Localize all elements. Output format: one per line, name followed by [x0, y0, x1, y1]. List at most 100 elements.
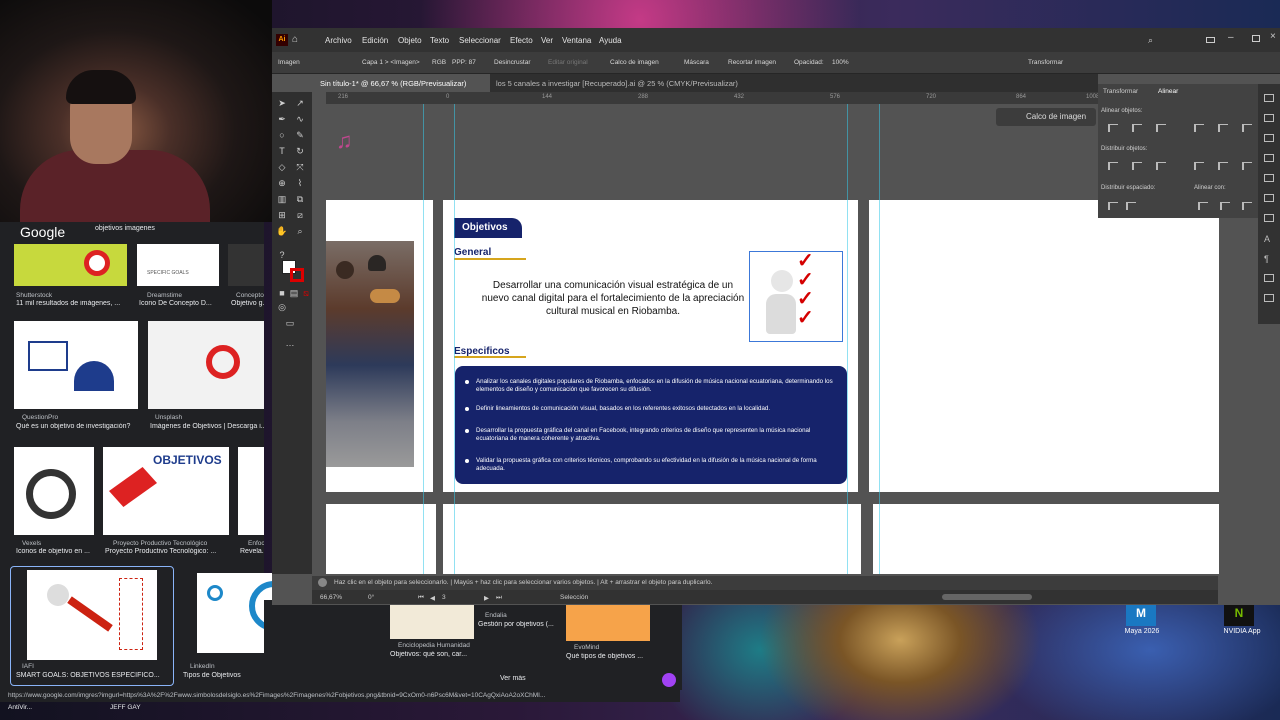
horizontal-scrollbar[interactable]	[942, 594, 1032, 600]
selected-image-bounds[interactable]	[749, 251, 843, 342]
menu-ver[interactable]: Ver	[541, 36, 553, 45]
result-title[interactable]: Objetivos: qué son, car...	[390, 651, 488, 658]
artboard-tool-icon[interactable]: ⊞	[276, 210, 288, 220]
result-thumb-7[interactable]: OBJETIVOS	[103, 447, 229, 535]
home-icon[interactable]: ⌂	[292, 34, 304, 45]
eraser-tool-icon[interactable]: ◇	[276, 162, 288, 172]
desktop-icon-label[interactable]: NVIDIA App	[1212, 628, 1272, 635]
direct-selection-tool-icon[interactable]: ↗	[294, 98, 306, 108]
pencil-tool-icon[interactable]: ✎	[294, 130, 306, 140]
menu-ventana[interactable]: Ventana	[562, 36, 591, 45]
result-title[interactable]: Revela...	[240, 548, 264, 555]
objectives-badge[interactable]: Objetivos	[454, 218, 522, 238]
curvature-tool-icon[interactable]: ∿	[294, 114, 306, 124]
layers-icon[interactable]	[1264, 114, 1274, 122]
menu-ayuda[interactable]: Ayuda	[599, 36, 622, 45]
result-title[interactable]: Objetivo g...	[231, 300, 264, 307]
artboard-bottom-3[interactable]	[873, 504, 1219, 574]
specific-item[interactable]: Definir lineamientos de comunicación vis…	[465, 405, 835, 413]
transform-button[interactable]: Transformar	[1028, 59, 1063, 66]
selection-tool-icon[interactable]: ➤	[276, 98, 288, 108]
result-title[interactable]: Qué tipos de objetivos ...	[566, 653, 656, 660]
menu-edicion[interactable]: Edición	[362, 36, 388, 45]
properties-icon[interactable]	[1264, 94, 1274, 102]
stroke-swatch[interactable]	[290, 268, 304, 282]
distribute-left-icon[interactable]	[1194, 162, 1204, 170]
lens-icon[interactable]	[662, 673, 676, 687]
distribute-right-icon[interactable]	[1242, 162, 1252, 170]
swatches-icon[interactable]	[1264, 154, 1274, 162]
align-to-selection-icon[interactable]	[1198, 202, 1208, 210]
libraries-icon[interactable]	[1264, 134, 1274, 142]
image-trace-button[interactable]: Calco de imagen	[610, 59, 659, 66]
result-title[interactable]: Qué es un objetivo de investigación?	[16, 423, 138, 430]
tab-align[interactable]: Alinear	[1158, 88, 1178, 95]
align-hcenter-icon[interactable]	[1132, 124, 1142, 132]
gradient-mode-icon[interactable]: ▤	[288, 288, 300, 298]
result-thumb-2[interactable]: SPECIFIC GOALS	[137, 244, 219, 286]
result-title[interactable]: Tipos de Objetivos	[183, 672, 241, 679]
zoom-tool-icon[interactable]: ⌕	[294, 226, 306, 236]
result-thumb-8[interactable]	[238, 447, 264, 535]
music-note-icon[interactable]: ♫	[336, 130, 353, 152]
minimize-icon[interactable]: –	[1228, 32, 1234, 43]
close-icon[interactable]: ×	[1270, 31, 1276, 42]
artboard-right[interactable]	[869, 200, 1219, 492]
pen-tool-icon[interactable]: ✒	[276, 114, 288, 124]
help-icon[interactable]: ?	[276, 250, 288, 260]
result-title[interactable]: Íconos de objetivo en ...	[16, 548, 94, 555]
artboard-nav-first-icon[interactable]: ⏮	[418, 594, 424, 602]
align-bottom-icon[interactable]	[1242, 124, 1252, 132]
align-top-icon[interactable]	[1194, 124, 1204, 132]
result-thumb-13[interactable]	[566, 605, 650, 641]
color-mode-icon[interactable]: ■	[276, 288, 288, 298]
unembed-button[interactable]: Desincrustar	[494, 59, 530, 66]
menu-efecto[interactable]: Efecto	[510, 36, 533, 45]
gradient-tool-icon[interactable]: ▥	[276, 194, 288, 204]
result-title[interactable]: Icono De Concepto D...	[139, 300, 219, 307]
specific-item[interactable]: Analizar los canales digitales populares…	[465, 378, 835, 393]
stroke-icon[interactable]	[1264, 214, 1274, 222]
hand-tool-icon[interactable]: ✋	[276, 226, 288, 236]
edit-original-button[interactable]: Editar original	[548, 59, 588, 66]
ellipse-tool-icon[interactable]: ○	[276, 130, 288, 140]
artboard-nav-prev-icon[interactable]: ◀	[430, 594, 435, 602]
image-trace-floating-button[interactable]: Calco de imagen	[996, 108, 1096, 126]
appearance-icon[interactable]	[1264, 274, 1274, 282]
artboard-nav-next-icon[interactable]: ▶	[484, 594, 489, 602]
artboard-nav-last-icon[interactable]: ⏭	[496, 594, 502, 602]
google-logo[interactable]: Google	[20, 224, 65, 240]
result-title[interactable]: Imágenes de Objetivos | Descarga i...	[150, 423, 264, 430]
align-left-icon[interactable]	[1108, 124, 1118, 132]
artboard-number[interactable]: 3	[442, 594, 446, 601]
character-icon[interactable]: A	[1264, 234, 1270, 244]
specific-objectives-box[interactable]: Analizar los canales digitales populares…	[455, 366, 847, 484]
align-vcenter-icon[interactable]	[1218, 124, 1228, 132]
search-icon[interactable]: ⌕	[1148, 35, 1153, 46]
symbols-icon[interactable]	[1264, 194, 1274, 202]
specific-item[interactable]: Desarrollar la propuesta gráfica del can…	[465, 427, 835, 442]
artboard-bottom-1[interactable]	[326, 504, 436, 574]
taskbar-item[interactable]: AntiVir...	[8, 704, 32, 711]
align-to-key-icon[interactable]	[1220, 202, 1230, 210]
align-right-icon[interactable]	[1156, 124, 1166, 132]
see-more-link[interactable]: Ver más	[500, 675, 526, 682]
result-thumb-6[interactable]	[14, 447, 94, 535]
brushes-icon[interactable]	[1264, 174, 1274, 182]
result-thumb-3[interactable]	[228, 244, 264, 286]
result-title[interactable]: SMART GOALS: OBJETIVOS ESPECÍFICO...	[16, 672, 166, 679]
rotation-field[interactable]: 0°	[368, 594, 374, 601]
eyedropper-icon[interactable]: ⌇	[294, 178, 306, 188]
none-mode-icon[interactable]: ⧅	[300, 288, 312, 298]
result-thumb-9[interactable]	[27, 570, 157, 660]
rotate-tool-icon[interactable]: ↻	[294, 146, 306, 156]
general-heading[interactable]: General	[454, 247, 491, 258]
layer-path[interactable]: Capa 1 > <Imagen>	[362, 59, 420, 66]
result-thumb-5[interactable]	[148, 321, 264, 409]
maximize-icon[interactable]	[1252, 35, 1260, 42]
specific-item[interactable]: Validar la propuesta gráfica con criteri…	[465, 457, 835, 472]
search-query[interactable]: objetivos imagenes	[95, 225, 155, 232]
pathfinder-icon[interactable]	[1264, 294, 1274, 302]
tab-canales[interactable]: los 5 canales a investigar [Recuperado].…	[488, 74, 768, 92]
tab-transform[interactable]: Transformar	[1103, 88, 1138, 95]
